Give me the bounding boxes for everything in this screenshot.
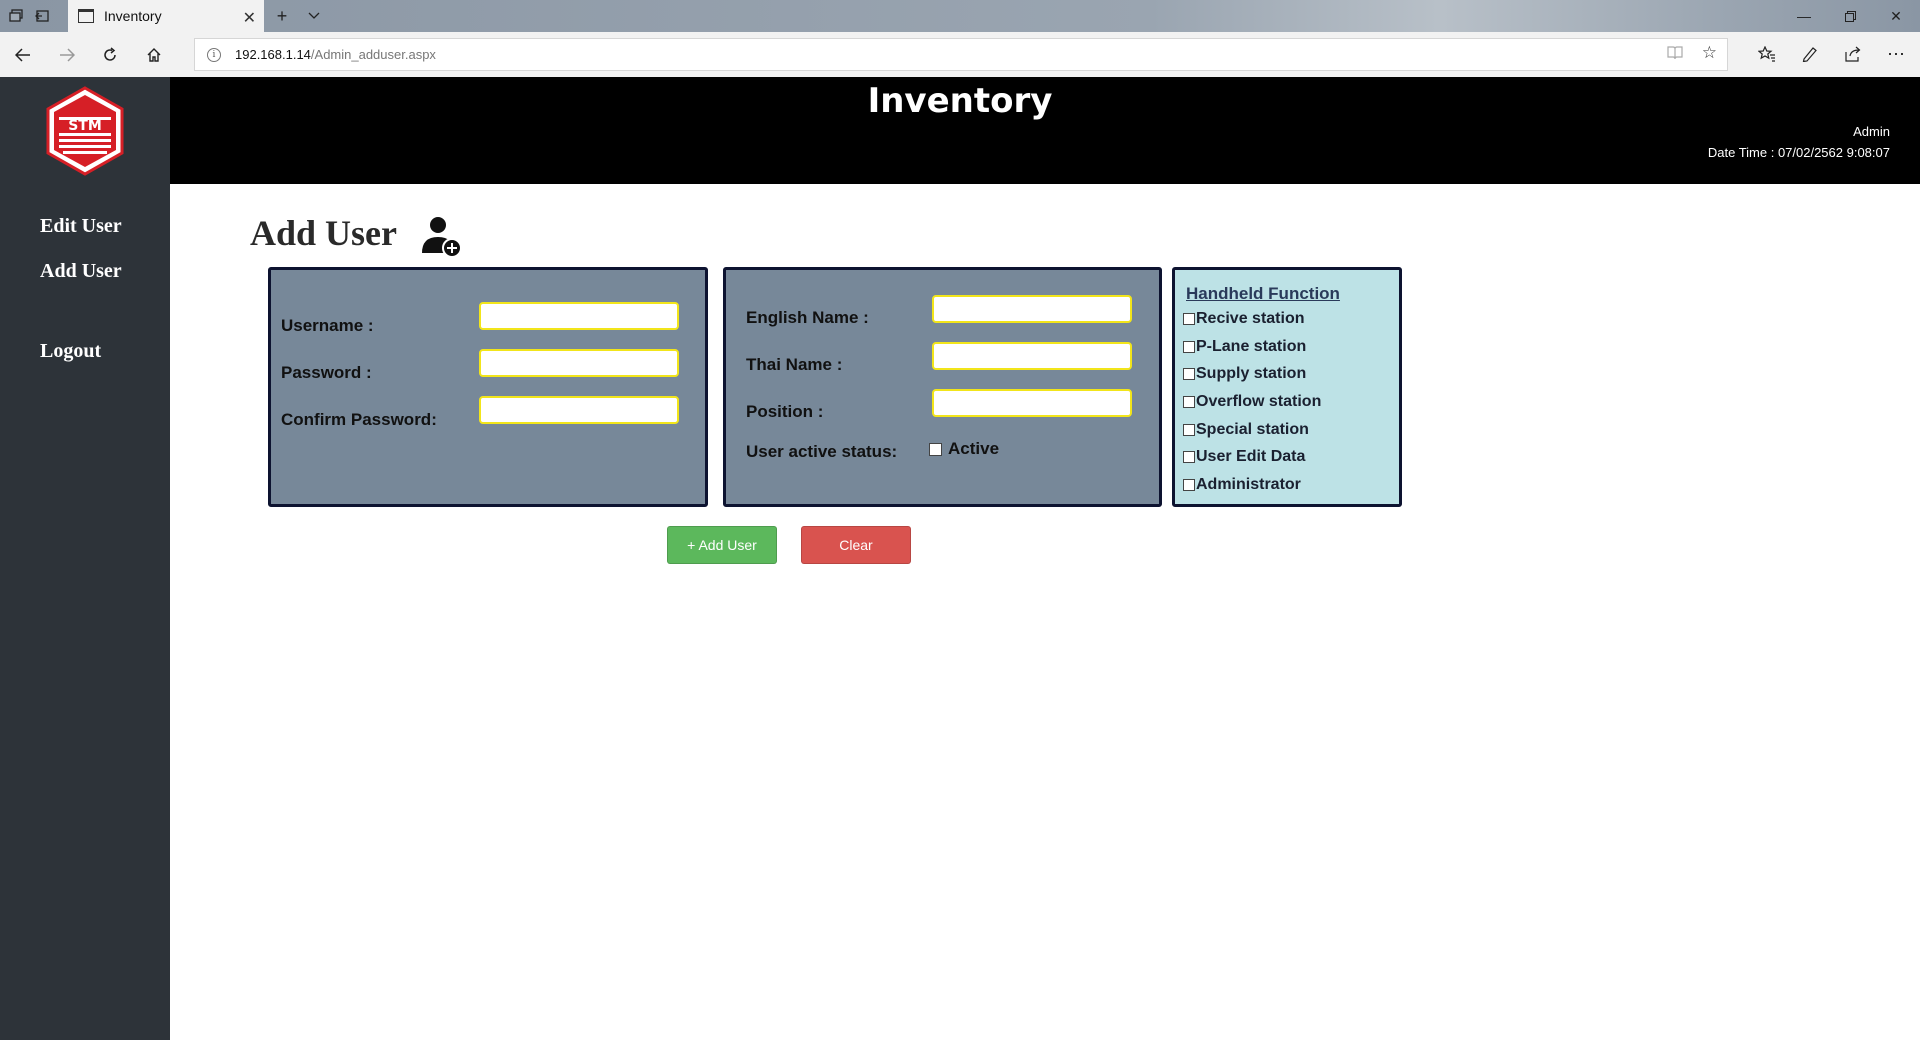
url-path: /Admin_adduser.aspx — [310, 47, 436, 62]
page-title: Add User — [250, 213, 398, 253]
handheld-option-overflow-station[interactable]: Overflow station — [1183, 393, 1321, 411]
more-menu-icon[interactable]: ⋯ — [1883, 41, 1909, 67]
option-label: Administrator — [1196, 476, 1301, 493]
add-user-button[interactable]: + Add User — [667, 526, 777, 564]
tab-list-icon[interactable] — [6, 6, 26, 26]
option-label: Special station — [1196, 421, 1309, 438]
restore-icon[interactable] — [1838, 6, 1862, 26]
checkbox[interactable] — [1183, 424, 1195, 436]
position-label: Position : — [746, 402, 824, 421]
clear-button[interactable]: Clear — [801, 526, 911, 564]
option-label: Overflow station — [1196, 393, 1322, 410]
refresh-icon[interactable] — [97, 42, 123, 68]
sidebar-item-logout[interactable]: Logout — [40, 340, 101, 363]
browser-tab-active[interactable]: Inventory ✕ — [68, 0, 264, 32]
minimize-icon[interactable]: — — [1792, 6, 1816, 26]
forward-icon[interactable] — [54, 42, 80, 68]
username-label: Username : — [281, 316, 374, 335]
favorite-star-icon[interactable]: ☆ — [1702, 43, 1717, 63]
url-field[interactable]: i 192.168.1.14/Admin_adduser.aspx ☆ — [194, 38, 1728, 71]
chevron-down-icon[interactable] — [304, 6, 324, 26]
site-info-icon[interactable]: i — [207, 47, 221, 62]
option-label: Supply station — [1196, 365, 1307, 382]
handheld-option-supply-station[interactable]: Supply station — [1183, 365, 1306, 383]
back-icon[interactable] — [10, 42, 36, 68]
tab-title: Inventory — [104, 8, 162, 24]
handheld-option-special-station[interactable]: Special station — [1183, 421, 1309, 439]
header-datetime: Date Time : 07/02/2562 9:08:07 — [1707, 145, 1890, 160]
checkbox[interactable] — [1183, 479, 1195, 491]
url-host: 192.168.1.14 — [235, 47, 311, 62]
close-tab-icon[interactable]: ✕ — [243, 8, 256, 28]
account-panel: Username : Password : Confirm Password: — [268, 267, 708, 507]
active-label: Active — [948, 439, 1000, 458]
page-icon — [78, 9, 94, 23]
logged-in-user: Admin — [1853, 124, 1890, 139]
checkbox[interactable] — [1183, 396, 1195, 408]
sidebar: Edit User Add User Logout — [0, 184, 170, 1040]
checkbox[interactable] — [1183, 451, 1195, 463]
user-active-status-label: User active status: — [746, 442, 898, 461]
english-name-field[interactable] — [932, 295, 1132, 323]
position-field[interactable] — [932, 389, 1132, 417]
password-label: Password : — [281, 363, 372, 382]
close-window-icon[interactable]: ✕ — [1884, 6, 1908, 26]
app-title: Inventory — [867, 81, 1053, 121]
handheld-option-user-edit-data[interactable]: User Edit Data — [1183, 448, 1305, 466]
profile-panel: English Name : Thai Name : Position : Us… — [723, 267, 1162, 507]
set-tabs-aside-icon[interactable] — [32, 6, 52, 26]
thai-name-field[interactable] — [932, 342, 1132, 370]
pen-notes-icon[interactable] — [1797, 41, 1823, 67]
handheld-function-panel: Handheld Function Recive station P-Lane … — [1172, 267, 1402, 507]
active-checkbox[interactable] — [929, 442, 942, 456]
password-field[interactable] — [479, 349, 679, 377]
new-tab-icon[interactable]: + — [272, 6, 292, 26]
handheld-option-administrator[interactable]: Administrator — [1183, 476, 1301, 494]
active-checkbox-group[interactable]: Active — [929, 439, 999, 459]
option-label: P-Lane station — [1196, 338, 1307, 355]
option-label: User Edit Data — [1196, 448, 1306, 465]
browser-address-bar: i 192.168.1.14/Admin_adduser.aspx ☆ ⋯ — [0, 32, 1920, 77]
confirm-password-field[interactable] — [479, 396, 679, 424]
add-user-icon — [422, 217, 462, 258]
confirm-password-label: Confirm Password: — [281, 410, 437, 429]
handheld-option-p-lane-station[interactable]: P-Lane station — [1183, 338, 1306, 356]
app-header: STM Inventory Admin Date Time : 07/02/25… — [0, 77, 1920, 184]
handheld-function-title: Handheld Function — [1186, 284, 1340, 303]
sidebar-item-add-user[interactable]: Add User — [40, 260, 122, 283]
reading-view-icon[interactable] — [1667, 45, 1683, 65]
option-label: Recive station — [1196, 310, 1305, 327]
checkbox[interactable] — [1183, 341, 1195, 353]
handheld-option-recive-station[interactable]: Recive station — [1183, 310, 1304, 328]
checkbox[interactable] — [1183, 313, 1195, 325]
home-icon[interactable] — [141, 42, 167, 68]
username-field[interactable] — [479, 302, 679, 330]
checkbox[interactable] — [1183, 368, 1195, 380]
thai-name-label: Thai Name : — [746, 355, 843, 374]
english-name-label: English Name : — [746, 308, 869, 327]
sidebar-item-edit-user[interactable]: Edit User — [40, 215, 122, 238]
share-icon[interactable] — [1840, 41, 1866, 67]
browser-tab-bar: Inventory ✕ + — ✕ — [0, 0, 1920, 32]
favorites-hub-icon[interactable] — [1754, 41, 1780, 67]
